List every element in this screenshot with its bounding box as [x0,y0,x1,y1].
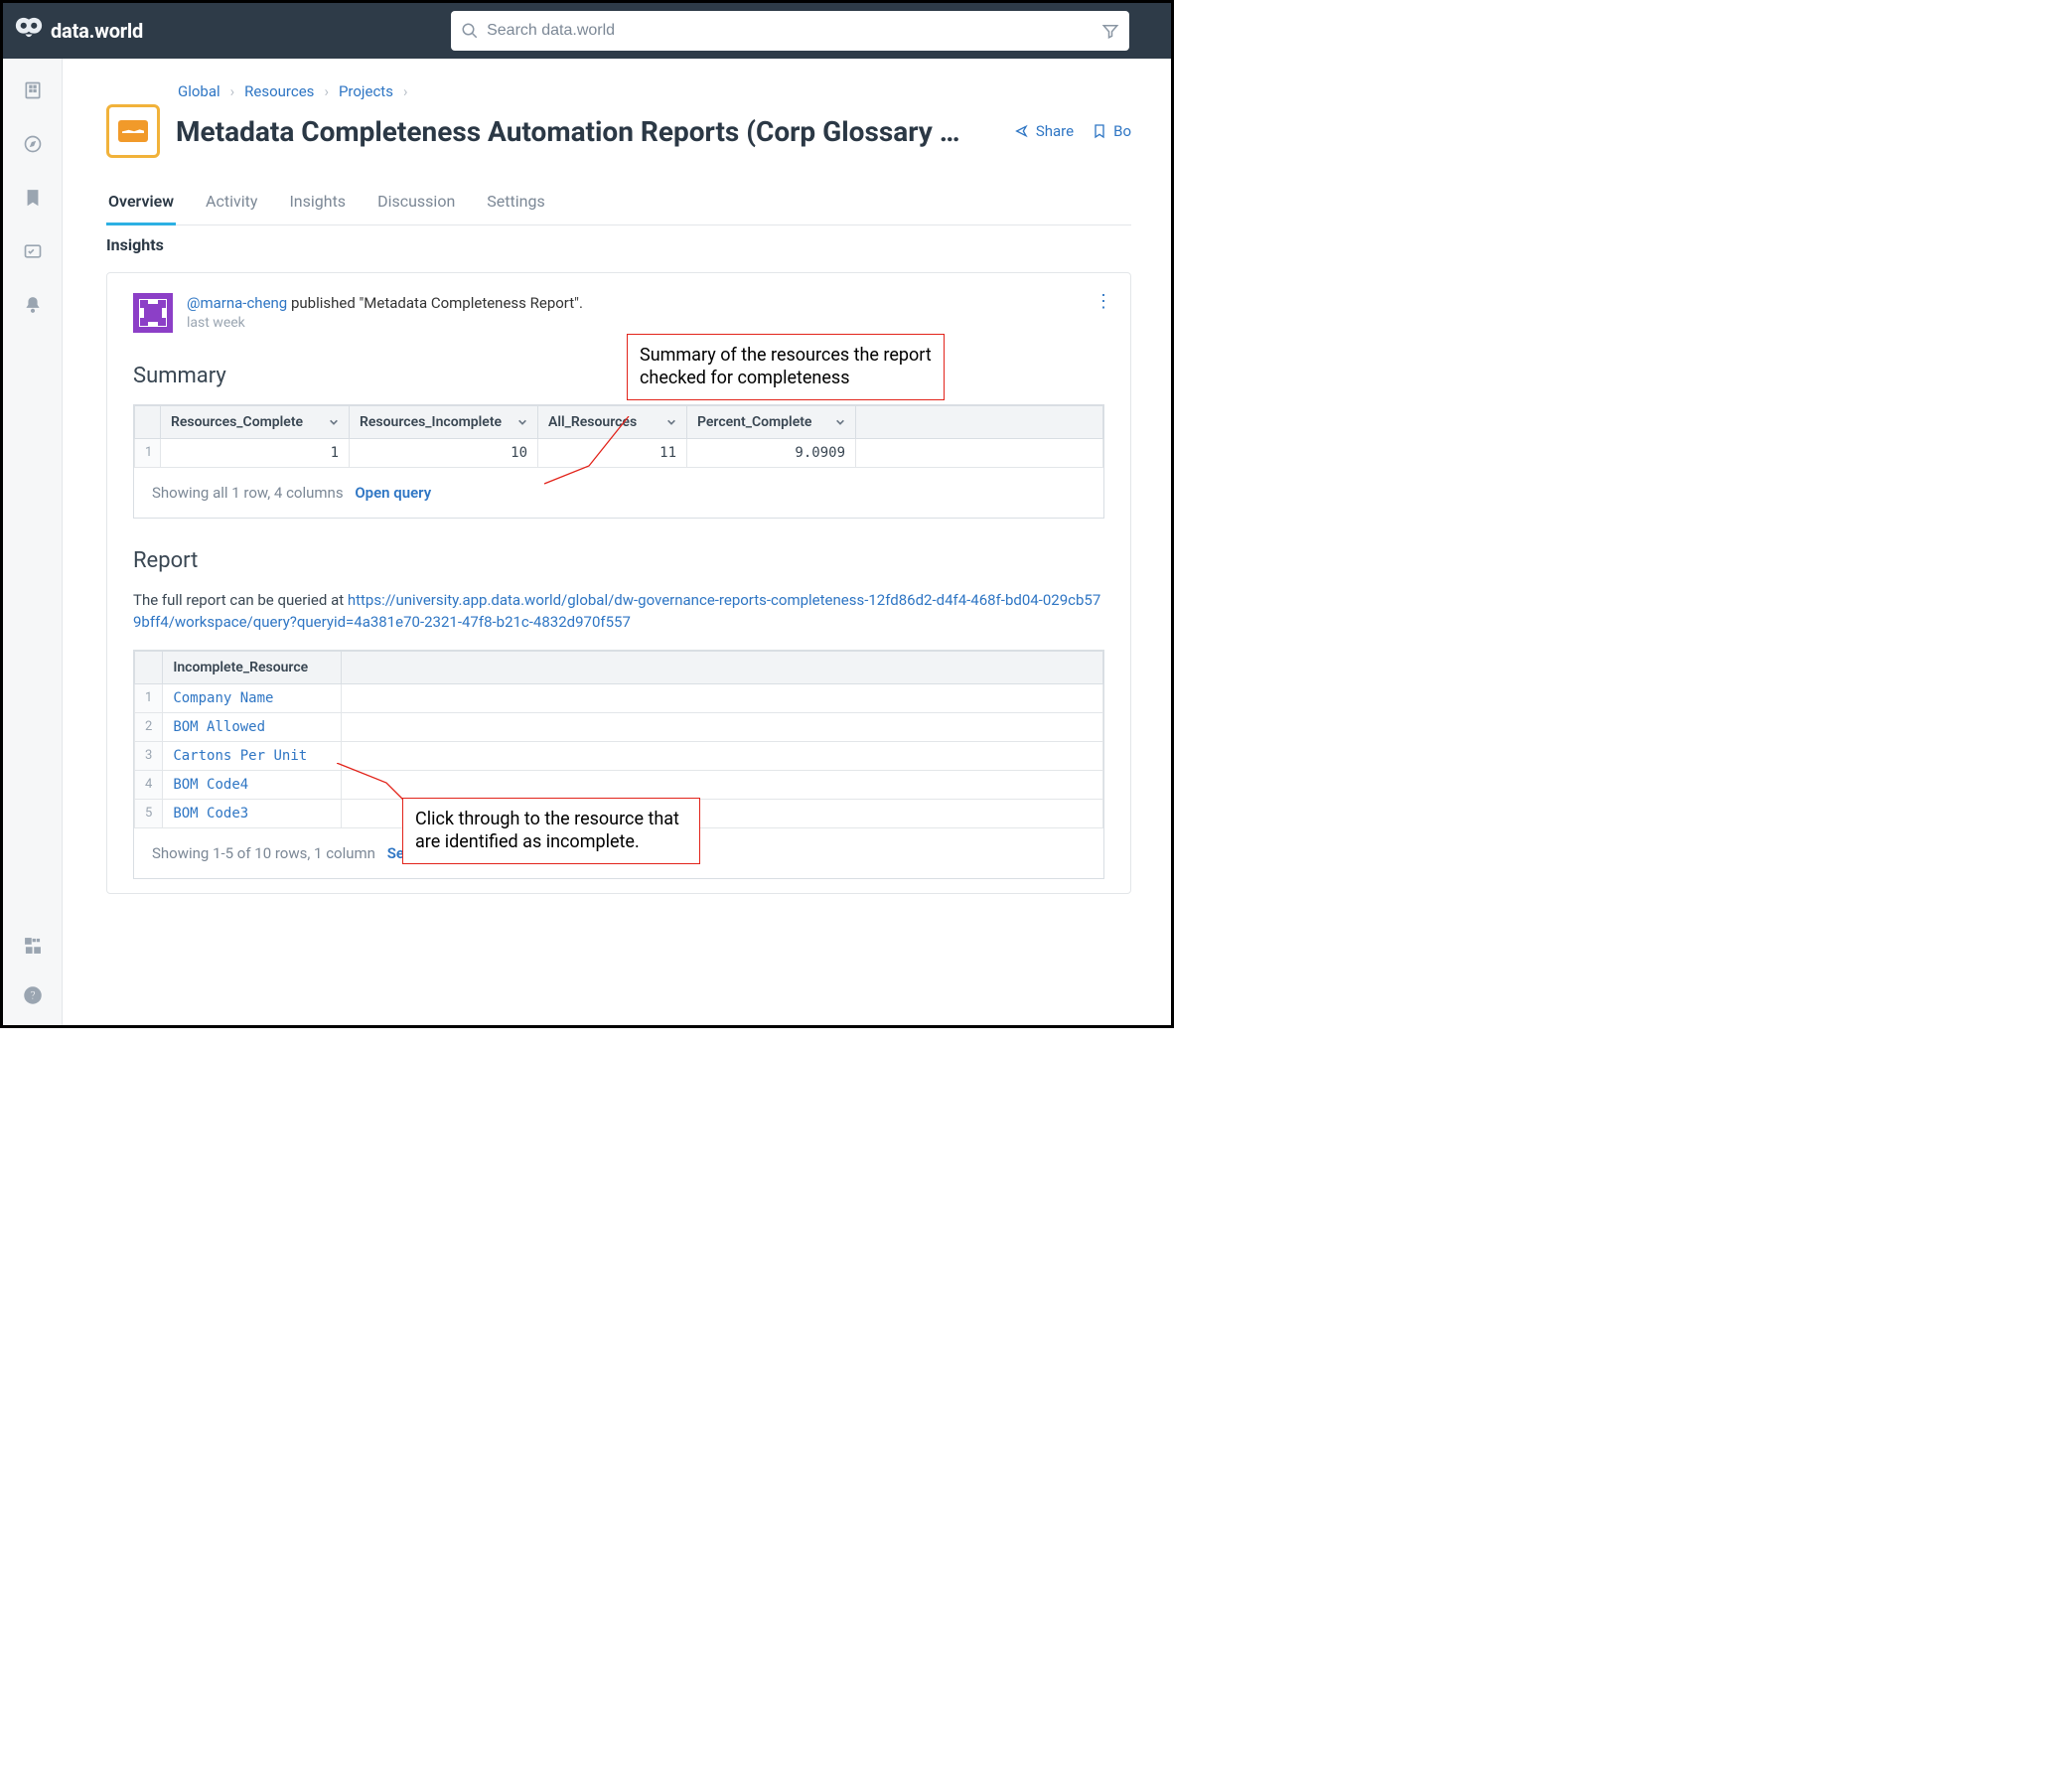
filter-icon[interactable] [1101,22,1119,40]
help-icon[interactable]: ? [23,985,43,1005]
chevron-right-icon: › [403,82,408,100]
breadcrumb: Global › Resources › Projects › [178,82,1131,100]
search-bar[interactable] [451,11,1129,51]
task-icon[interactable] [23,241,43,261]
chevron-down-icon [835,417,845,427]
top-bar: data.world [3,3,1171,59]
chevron-right-icon: › [230,82,235,100]
col-resources-incomplete[interactable]: Resources_Incomplete [350,405,538,438]
main-content: Global › Resources › Projects › Metadata… [63,59,1171,1025]
col-incomplete-resource[interactable]: Incomplete_Resource [163,651,342,683]
table-row: 2BOM Allowed [135,712,1103,741]
table-row: 4BOM Code4 [135,770,1103,799]
left-sidebar: ? [3,59,63,1025]
tab-discussion[interactable]: Discussion [375,192,457,224]
search-icon [461,22,479,40]
bell-icon[interactable] [23,295,43,315]
share-button[interactable]: Share [1014,122,1074,140]
summary-heading: Summary [133,364,1104,388]
resource-link[interactable]: BOM Code4 [163,770,342,799]
tab-insights[interactable]: Insights [287,192,348,224]
search-input[interactable] [487,22,1094,40]
insight-byline: @marna-cheng published "Metadata Complet… [187,293,583,314]
brand-logo[interactable]: data.world [15,17,143,45]
resource-link[interactable]: Company Name [163,683,342,712]
col-resources-complete[interactable]: Resources_Complete [161,405,350,438]
resource-link[interactable]: Cartons Per Unit [163,741,342,770]
tab-overview[interactable]: Overview [106,192,176,225]
kebab-menu[interactable]: ⋮ [1095,291,1112,312]
chevron-down-icon [666,417,676,427]
compass-icon[interactable] [23,134,43,154]
bookmark-outline-icon [1092,123,1107,139]
project-type-icon [106,104,160,158]
svg-text:?: ? [30,988,36,1002]
avatar[interactable] [133,293,173,333]
chevron-right-icon: › [324,82,329,100]
section-insights-label: Insights [106,235,1131,254]
open-query-link[interactable]: Open query [355,484,431,502]
breadcrumb-resources[interactable]: Resources [244,82,314,100]
bookmark-button[interactable]: Bo [1092,122,1131,140]
annotation-summary: Summary of the resources the report chec… [627,334,945,400]
resource-link[interactable]: BOM Allowed [163,712,342,741]
report-intro: The full report can be queried at https:… [133,589,1104,634]
share-icon [1014,123,1030,139]
owl-icon [15,17,43,45]
breadcrumb-projects[interactable]: Projects [339,82,393,100]
page-title: Metadata Completeness Automation Reports… [176,115,998,148]
tab-activity[interactable]: Activity [204,192,259,224]
chevron-down-icon [329,417,339,427]
brand-text: data.world [51,19,143,43]
insight-timestamp: last week [187,314,583,334]
bookmark-icon[interactable] [23,188,43,208]
apps-icon[interactable] [23,936,43,956]
org-icon[interactable] [23,80,43,100]
annotation-clickthrough: Click through to the resource that are i… [402,798,700,864]
table-row: 1Company Name [135,683,1103,712]
breadcrumb-global[interactable]: Global [178,82,220,100]
col-percent-complete[interactable]: Percent_Complete [687,405,856,438]
tab-bar: Overview Activity Insights Discussion Se… [106,192,1131,225]
report-heading: Report [133,548,1104,573]
table-row: 3Cartons Per Unit [135,741,1103,770]
chevron-down-icon [517,417,527,427]
resource-link[interactable]: BOM Code3 [163,799,342,827]
tab-settings[interactable]: Settings [485,192,546,224]
author-link[interactable]: @marna-cheng [187,294,287,312]
